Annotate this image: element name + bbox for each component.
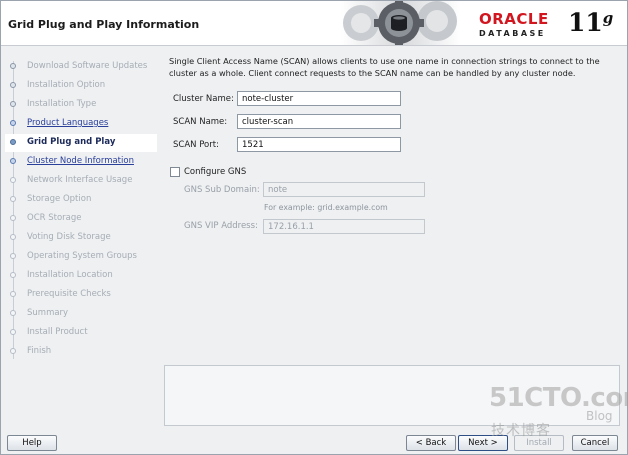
configure-gns-checkbox[interactable] bbox=[170, 167, 180, 177]
cancel-button[interactable]: Cancel bbox=[572, 435, 618, 451]
step-pending-icon bbox=[10, 310, 16, 316]
nav-step-download-software-updates: Download Software Updates bbox=[5, 58, 157, 76]
step-pending-icon bbox=[10, 329, 16, 335]
nav-step-grid-plug-and-play: Grid Plug and Play bbox=[5, 134, 157, 152]
header-bar: Grid Plug and Play Information ORACLE DA… bbox=[1, 1, 627, 46]
step-done-icon bbox=[10, 63, 16, 69]
nav-step-network-interface-usage: Network Interface Usage bbox=[5, 172, 157, 190]
scan-port-field[interactable] bbox=[237, 137, 401, 152]
step-pending-icon bbox=[10, 196, 16, 202]
step-pending-icon bbox=[10, 348, 16, 354]
nav-step-label: Download Software Updates bbox=[27, 61, 148, 71]
gns-sub-domain-field[interactable] bbox=[263, 182, 425, 197]
nav-step-cluster-node-information[interactable]: Cluster Node Information bbox=[5, 153, 157, 171]
nav-step-installation-type: Installation Type bbox=[5, 96, 157, 114]
configure-gns-label[interactable]: Configure GNS bbox=[184, 167, 246, 177]
nav-step-ocr-storage: OCR Storage bbox=[5, 210, 157, 228]
step-done-icon bbox=[10, 82, 16, 88]
nav-step-label: Grid Plug and Play bbox=[27, 137, 116, 147]
step-navigation: Download Software Updates Installation O… bbox=[5, 47, 157, 419]
nav-step-install-product: Install Product bbox=[5, 324, 157, 342]
step-pending-icon bbox=[10, 272, 16, 278]
gns-vip-address-label: GNS VIP Address: bbox=[184, 221, 258, 231]
nav-step-label: Finish bbox=[27, 346, 52, 356]
installer-window: Grid Plug and Play Information ORACLE DA… bbox=[0, 0, 628, 455]
next-button[interactable]: Next > bbox=[458, 435, 508, 451]
scan-name-label: SCAN Name: bbox=[173, 117, 228, 127]
nav-step-label[interactable]: Product Languages bbox=[27, 118, 108, 128]
scan-port-label: SCAN Port: bbox=[173, 140, 219, 150]
nav-step-summary: Summary bbox=[5, 305, 157, 323]
cluster-name-field[interactable] bbox=[237, 91, 401, 106]
nav-step-product-languages[interactable]: Product Languages bbox=[5, 115, 157, 133]
scan-name-field[interactable] bbox=[237, 114, 401, 129]
nav-step-label: Installation Location bbox=[27, 270, 113, 280]
step-pending-icon bbox=[10, 253, 16, 259]
nav-step-operating-system-groups: Operating System Groups bbox=[5, 248, 157, 266]
version-suffix: g bbox=[602, 9, 614, 27]
nav-step-label: Summary bbox=[27, 308, 69, 318]
step-pending-icon bbox=[10, 215, 16, 221]
version-number: 11 bbox=[568, 8, 603, 37]
oracle-logo: ORACLE bbox=[479, 10, 549, 28]
scan-description: Single Client Access Name (SCAN) allows … bbox=[169, 56, 600, 78]
step-current-icon bbox=[10, 139, 16, 145]
install-button[interactable]: Install bbox=[514, 435, 564, 451]
step-pending-icon bbox=[10, 291, 16, 297]
version-logo: 11g bbox=[568, 8, 613, 37]
step-done-icon bbox=[10, 101, 16, 107]
nav-step-label: Network Interface Usage bbox=[27, 175, 133, 185]
nav-step-label: Install Product bbox=[27, 327, 88, 337]
database-logo-text: DATABASE bbox=[479, 29, 546, 38]
gns-sub-domain-hint: For example: grid.example.com bbox=[264, 203, 388, 212]
cluster-name-label: Cluster Name: bbox=[173, 94, 234, 104]
gears-graphic-icon bbox=[341, 1, 461, 45]
nav-step-label: Installation Option bbox=[27, 80, 106, 90]
nav-step-label: Operating System Groups bbox=[27, 251, 137, 261]
nav-step-finish: Finish bbox=[5, 343, 157, 361]
message-pane bbox=[164, 365, 620, 426]
step-pending-icon bbox=[10, 177, 16, 183]
nav-step-storage-option: Storage Option bbox=[5, 191, 157, 209]
nav-step-voting-disk-storage: Voting Disk Storage bbox=[5, 229, 157, 247]
nav-step-installation-location: Installation Location bbox=[5, 267, 157, 285]
help-button[interactable]: Help bbox=[7, 435, 57, 451]
step-link-icon bbox=[10, 120, 16, 126]
nav-step-label: OCR Storage bbox=[27, 213, 82, 223]
nav-step-label: Prerequisite Checks bbox=[27, 289, 111, 299]
page-title: Grid Plug and Play Information bbox=[8, 18, 200, 31]
step-link-icon bbox=[10, 158, 16, 164]
nav-step-label[interactable]: Cluster Node Information bbox=[27, 156, 134, 166]
nav-step-installation-option: Installation Option bbox=[5, 77, 157, 95]
content-panel: Single Client Access Name (SCAN) allows … bbox=[163, 49, 621, 426]
nav-step-label: Voting Disk Storage bbox=[27, 232, 111, 242]
gns-sub-domain-label: GNS Sub Domain: bbox=[184, 185, 260, 195]
nav-step-prerequisite-checks: Prerequisite Checks bbox=[5, 286, 157, 304]
nav-step-label: Installation Type bbox=[27, 99, 97, 109]
gns-vip-address-field[interactable] bbox=[263, 219, 425, 234]
nav-step-label: Storage Option bbox=[27, 194, 92, 204]
back-button[interactable]: < Back bbox=[406, 435, 456, 451]
step-pending-icon bbox=[10, 234, 16, 240]
